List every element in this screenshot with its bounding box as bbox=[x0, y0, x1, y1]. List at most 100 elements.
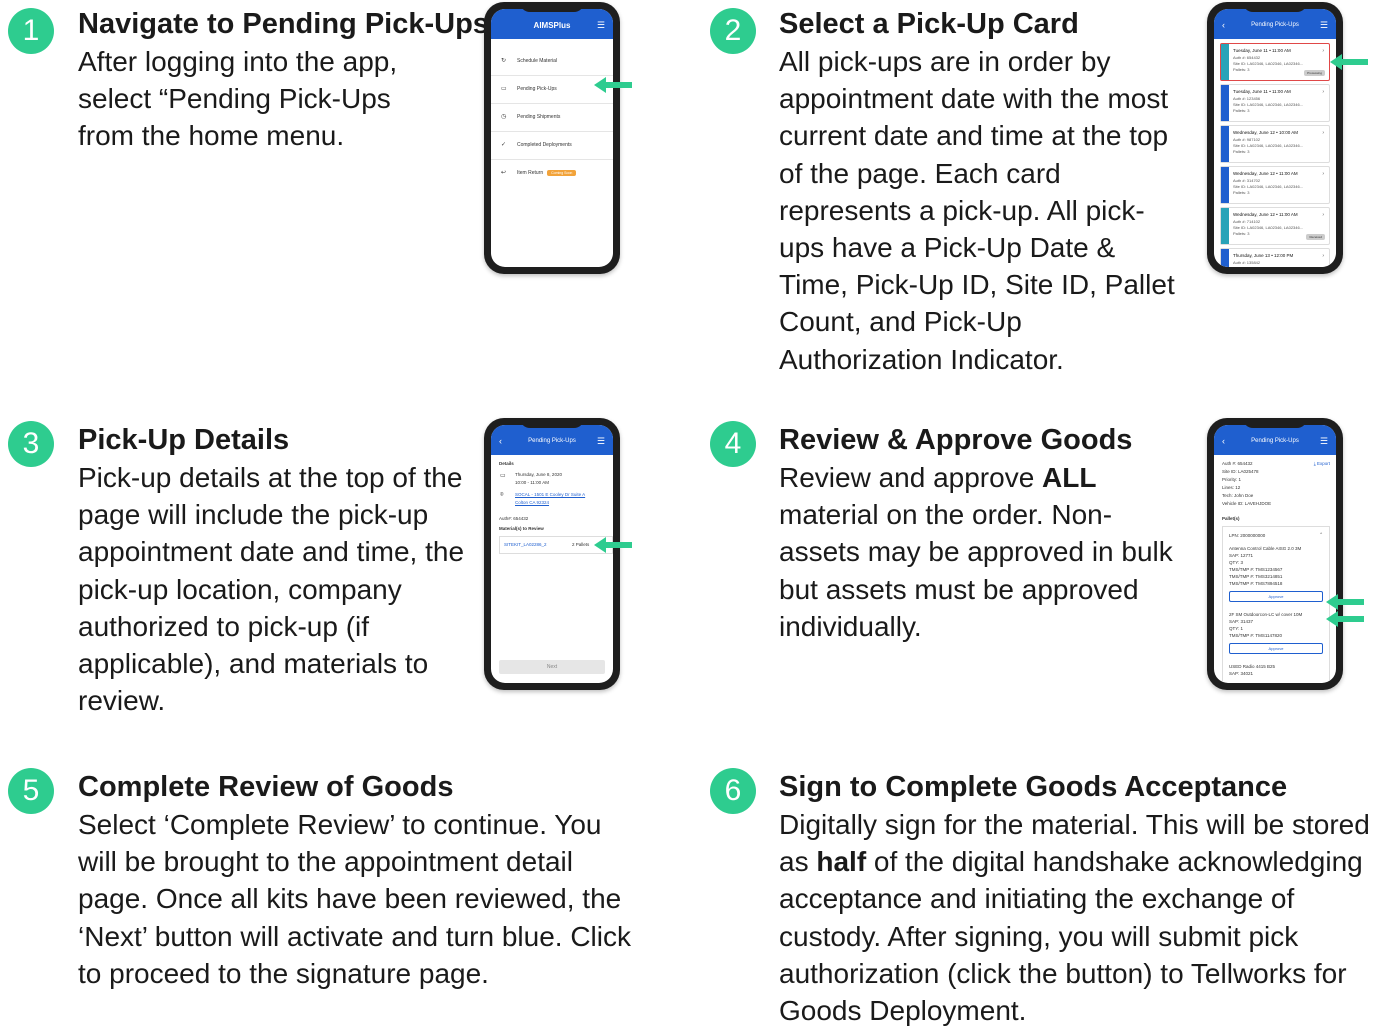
pick-up-card[interactable]: Tuesday, June 11 • 11:00 AM Auth #: 65443… bbox=[1220, 43, 1330, 81]
pick-up-card[interactable]: Wednesday, June 12 • 11:00 AM Auth #: 314… bbox=[1220, 166, 1330, 204]
coming-soon-badge: Coming Soon bbox=[547, 170, 577, 176]
hamburger-menu-icon[interactable]: ☰ bbox=[1320, 436, 1328, 447]
pick-up-date: Wednesday, June 12 • 10:00 AM bbox=[1233, 130, 1298, 135]
hamburger-menu-icon[interactable]: ☰ bbox=[1320, 20, 1328, 31]
pallet-count: Pallets: 3 bbox=[1233, 190, 1250, 195]
item-line: USED Radio 4415 B25 bbox=[1229, 664, 1276, 669]
approve-button[interactable]: Approve bbox=[1229, 591, 1323, 602]
kit-pallet-count: 2 Pallets bbox=[572, 542, 590, 547]
step-description-emphasis: half bbox=[816, 846, 867, 878]
site-id: Site ID: LA02346, LA02346, LA02346... bbox=[1233, 102, 1304, 107]
pick-up-id: Auth #: 123456 bbox=[1233, 96, 1261, 101]
step-description: After logging into the app, select “Pend… bbox=[78, 46, 398, 152]
menu-item-label: Item Return bbox=[517, 170, 544, 176]
app-bar: AIMSPlus ☰ bbox=[491, 9, 613, 39]
chevron-right-icon: › bbox=[1322, 48, 1324, 54]
phone-mockup-pick-up-list: ‹ Pending Pick-Ups ☰ Tuesday, June 11 • … bbox=[1207, 2, 1343, 274]
item-line: TMS/TMP #: TMS1147820 bbox=[1229, 633, 1283, 638]
kit-id-link[interactable]: SITEKIT_LA02286_2 bbox=[504, 542, 547, 547]
pointer-arrow-icon bbox=[1326, 594, 1364, 610]
phone-screen: ‹ Pending Pick-Ups ☰ ⤓ Export Auth #: 65… bbox=[1214, 425, 1336, 683]
pick-up-address-link[interactable]: SOCAL - 1501 E Cooley Dr Suite A bbox=[515, 492, 585, 497]
pallet-count: Pallets: 3 bbox=[1233, 67, 1250, 72]
app-bar: ‹ Pending Pick-Ups ☰ bbox=[1214, 425, 1336, 455]
item-line: 2F SM Outdoorcon-LC w/ cover 10M bbox=[1229, 612, 1303, 617]
authorization-indicator bbox=[1221, 44, 1229, 80]
appointment-time: 10:00 - 11:00 AM bbox=[515, 480, 549, 485]
menu-item-completed-deployments[interactable]: ✓ Completed Deployments bbox=[491, 131, 613, 160]
phone-mockup-approve-goods: ‹ Pending Pick-Ups ☰ ⤓ Export Auth #: 65… bbox=[1207, 418, 1343, 690]
hamburger-menu-icon[interactable]: ☰ bbox=[597, 436, 605, 447]
pick-up-card[interactable]: Wednesday, June 12 • 11:00 AM Auth #: 714… bbox=[1220, 207, 1330, 245]
chevron-right-icon: › bbox=[1322, 171, 1324, 177]
screen-title: Pending Pick-Ups bbox=[1251, 22, 1299, 28]
step-description-text: Review and approve bbox=[779, 462, 1043, 493]
chevron-up-icon[interactable]: ⌃ bbox=[1319, 532, 1323, 538]
site-id: Site ID: LA02346, LA02346, LA02346... bbox=[1233, 143, 1304, 148]
pick-up-date: Tuesday, June 11 • 11:00 AM bbox=[1233, 48, 1291, 53]
step-description-text: material on the order. Non-assets may be… bbox=[779, 499, 1173, 642]
info-line: Vehicle ID: LAVEHJDOE bbox=[1222, 501, 1272, 506]
step-description: Review and approve ALL material on the o… bbox=[779, 459, 1189, 645]
item-line: TMS/TMP #: TMS1234567 bbox=[1229, 567, 1283, 572]
export-button[interactable]: ⤓ Export bbox=[1314, 461, 1330, 466]
step-number-badge: 4 bbox=[710, 421, 756, 467]
clock-icon: ◷ bbox=[501, 114, 507, 120]
return-icon: ↩ bbox=[501, 170, 507, 176]
pallet-panel: LPN: 2000000000 ⌃ Antenna Control Cable … bbox=[1222, 526, 1330, 683]
pallet-count: Pallets: 3 bbox=[1233, 149, 1250, 154]
pointer-arrow-icon bbox=[1326, 611, 1364, 627]
phone-notch bbox=[1243, 418, 1307, 428]
pick-up-card[interactable]: Thursday, June 13 • 12:00 PM Auth #: 1358… bbox=[1220, 248, 1330, 267]
refresh-icon: ↻ bbox=[501, 58, 507, 64]
pick-up-id: Auth #: 987102 bbox=[1233, 137, 1261, 142]
pick-up-card[interactable]: Wednesday, June 12 • 10:00 AM Auth #: 987… bbox=[1220, 125, 1330, 163]
check-icon: ✓ bbox=[501, 142, 507, 148]
item-line: QTY: 3 bbox=[1229, 560, 1244, 565]
pointer-arrow-icon bbox=[1330, 54, 1368, 70]
location-pin-icon: ⌾ bbox=[500, 492, 504, 498]
menu-item-item-return[interactable]: ↩ Item Return Coming Soon bbox=[491, 159, 613, 187]
item-line: SAP: 34021 bbox=[1229, 671, 1254, 676]
status-badge: Received bbox=[1306, 234, 1325, 240]
phone-mockup-pick-up-details: ‹ Pending Pick-Ups ☰ Details ▭ Thursday,… bbox=[484, 418, 620, 690]
pick-up-id: Auth #: 314702 bbox=[1233, 178, 1261, 183]
step-number-badge: 5 bbox=[8, 768, 54, 814]
info-line: Tech: John Doe bbox=[1222, 493, 1254, 498]
app-logo: AIMSPlus bbox=[533, 21, 571, 30]
appointment-date: Thursday, June 8, 2020 bbox=[515, 472, 562, 477]
info-line: Site ID: LA025478 bbox=[1222, 469, 1259, 474]
pointer-arrow-icon bbox=[594, 537, 632, 553]
details-heading: Details bbox=[499, 461, 514, 466]
menu-item-pending-shipments[interactable]: ◷ Pending Shipments bbox=[491, 103, 613, 132]
menu-item-label: Schedule Material bbox=[517, 58, 558, 64]
site-id: Site ID: LA02346, LA02346, LA02346... bbox=[1233, 184, 1304, 189]
step-number-badge: 3 bbox=[8, 421, 54, 467]
chevron-right-icon: › bbox=[1322, 212, 1324, 218]
calendar-icon: ▭ bbox=[501, 86, 507, 92]
chevron-right-icon: › bbox=[1322, 130, 1324, 136]
menu-item-schedule-material[interactable]: ↻ Schedule Material bbox=[491, 47, 613, 76]
item-line: QTY: 1 bbox=[1229, 626, 1244, 631]
phone-notch bbox=[520, 418, 584, 428]
authorization-number: Auth#: 654432 bbox=[499, 516, 529, 521]
next-button[interactable]: Next bbox=[499, 660, 605, 674]
status-badge: Processing bbox=[1304, 70, 1325, 76]
pick-up-id: Auth #: 135842 bbox=[1233, 260, 1261, 265]
pointer-arrow-icon bbox=[594, 77, 632, 93]
step-description-text: of the digital handshake acknowledging a… bbox=[779, 846, 1363, 1027]
pick-up-date: Tuesday, June 11 • 11:00 AM bbox=[1233, 89, 1291, 94]
approve-button[interactable]: Approve bbox=[1229, 643, 1323, 654]
step-description: Select ‘Complete Review’ to continue. Yo… bbox=[78, 809, 631, 989]
chevron-right-icon: › bbox=[1322, 89, 1324, 95]
app-bar: ‹ Pending Pick-Ups ☰ bbox=[1214, 9, 1336, 39]
pick-up-address-link-line2[interactable]: Colton CA 92324 bbox=[515, 500, 549, 505]
chevron-right-icon: › bbox=[1322, 253, 1324, 259]
authorization-indicator bbox=[1221, 85, 1229, 121]
pick-up-card[interactable]: Tuesday, June 11 • 11:00 AM Auth #: 12345… bbox=[1220, 84, 1330, 122]
hamburger-menu-icon[interactable]: ☰ bbox=[597, 20, 605, 31]
lpn-header[interactable]: LPN: 2000000000 bbox=[1229, 533, 1265, 538]
step-title: Navigate to Pending Pick-Ups bbox=[78, 8, 489, 40]
item-line: SAP: 12771 bbox=[1229, 553, 1254, 558]
step-number-badge: 6 bbox=[710, 768, 756, 814]
